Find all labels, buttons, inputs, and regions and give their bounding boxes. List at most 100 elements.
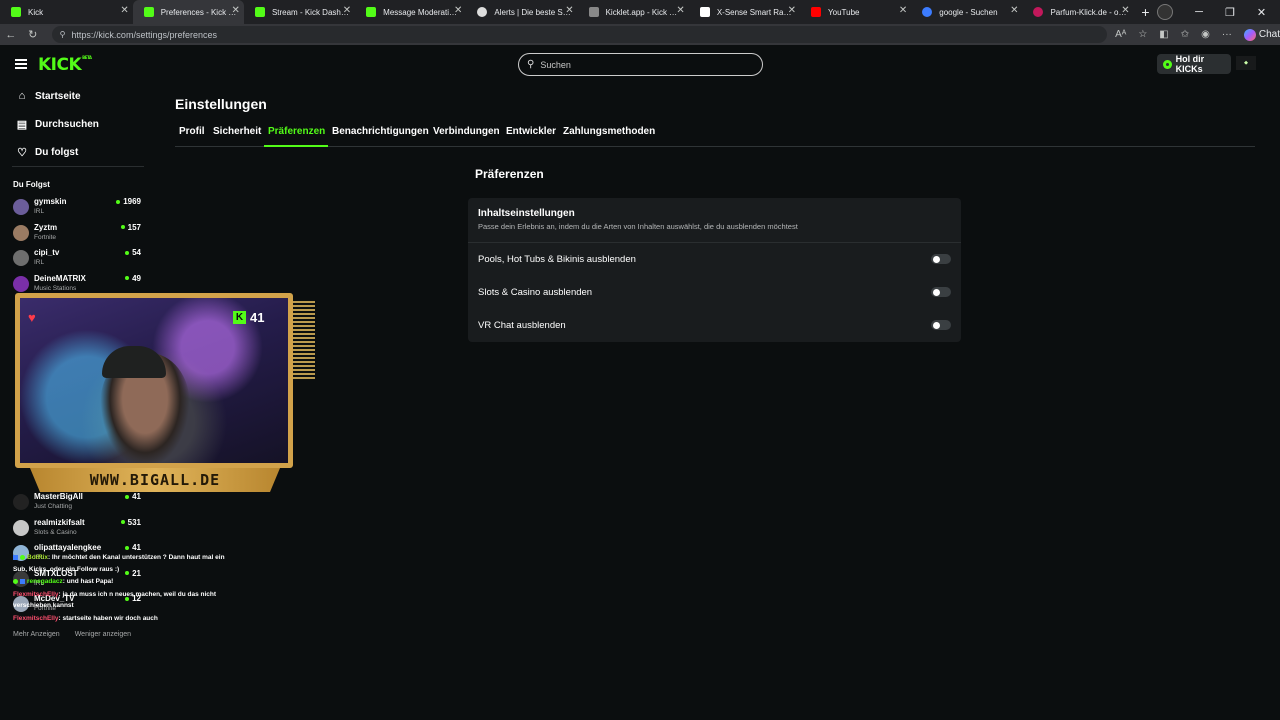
sidebar-item-following[interactable]: ♡ Du folgst [0, 138, 150, 166]
browser-tab-active[interactable]: Preferences - Kick Stream ✕ [132, 0, 244, 24]
list-item[interactable]: cipi_tv IRL 54 [0, 245, 150, 271]
browser-tab[interactable]: Stream - Kick Dashboard ✕ [244, 0, 355, 24]
show-less-link[interactable]: Weniger anzeigen [75, 631, 131, 638]
kicklet-favicon-icon [588, 7, 599, 17]
menu-icon[interactable] [15, 59, 27, 69]
list-item[interactable]: Zyztm Fortnite 157 [0, 220, 150, 246]
tab-security[interactable]: Sicherheit [213, 126, 261, 137]
viewer-count-value: 531 [127, 517, 141, 527]
toggle-row: Pools, Hot Tubs & Bikinis ausblenden [468, 243, 961, 276]
sidebar-item-home[interactable]: ⌂ Startseite [0, 82, 150, 110]
channel-name: olipattayalengkee [34, 543, 102, 553]
close-icon[interactable]: ✕ [454, 5, 462, 16]
tab-label: X-Sense Smart Rauchmel [716, 7, 794, 17]
tab-label: Parfum-Klick.de - online- [1050, 7, 1127, 17]
channel-name: cipi_tv [34, 248, 60, 258]
chat-username: BotRix [27, 554, 48, 561]
tab-label: Kicklet.app - Kick Chatbo [605, 7, 683, 17]
avatar [13, 199, 29, 215]
browser-tab[interactable]: google - Suchen ✕ [911, 0, 1022, 24]
viewer-count-value: 41 [132, 543, 141, 553]
tab-developer[interactable]: Entwickler [506, 126, 556, 137]
viewer-count: 1969 [116, 197, 141, 206]
tab-label: Preferences - Kick Stream [160, 7, 238, 17]
main-content: Einstellungen Profil Sicherheit Präferen… [150, 85, 1280, 720]
live-dot-icon [125, 545, 130, 550]
close-icon[interactable]: ✕ [899, 5, 907, 16]
tab-connections[interactable]: Verbindungen [433, 126, 500, 137]
logo-text: KICK [38, 55, 82, 75]
beta-badge: BETA [82, 55, 92, 60]
back-icon[interactable]: ← [0, 29, 22, 41]
sidebar-item-label: Durchsuchen [35, 118, 99, 130]
profile-icon[interactable] [1157, 4, 1174, 20]
collections-icon[interactable]: ✩ [1181, 29, 1189, 40]
hide-vrchat-toggle[interactable] [931, 320, 951, 330]
search-input[interactable]: ⚲ Suchen [518, 53, 763, 76]
copilot-button[interactable]: Chat [1243, 28, 1280, 41]
kick-favicon-icon [254, 7, 265, 17]
badge-icon [13, 554, 18, 560]
avatar[interactable]: ◆ [1236, 56, 1256, 70]
minimize-icon[interactable]: ─ [1195, 6, 1203, 18]
tab-preferences[interactable]: Präferenzen [268, 126, 325, 137]
viewer-count-value: 49 [132, 273, 141, 283]
channel-category: Music Stations [34, 284, 77, 292]
browser-tab[interactable]: Kicklet.app - Kick Chatbo ✕ [578, 0, 689, 24]
settings-tabs: Profil Sicherheit Präferenzen Benachrich… [175, 122, 1255, 147]
browser-tab[interactable]: Parfum-Klick.de - online- ✕ [1022, 0, 1133, 24]
avatar [13, 224, 29, 241]
following-heading: Du Folgst [13, 180, 50, 189]
toggle-knob [933, 288, 940, 296]
browser-tab[interactable]: Kick ✕ [0, 0, 133, 24]
browse-icon: ▤ [16, 118, 28, 131]
toggle-row: Slots & Casino ausblenden [468, 276, 961, 309]
following-list: gymskin IRL 1969 Zyztm Fortnite 157 cipi… [0, 194, 150, 296]
read-aloud-icon[interactable]: Aᴬ [1115, 29, 1126, 40]
channel-category: Fortnite [34, 233, 57, 241]
hide-pools-toggle[interactable] [931, 254, 951, 264]
close-icon[interactable]: ✕ [343, 5, 351, 16]
close-icon[interactable]: ✕ [788, 5, 796, 16]
list-item[interactable]: realmizkifsalt Slots & Casino 531 [0, 515, 150, 541]
new-tab-button[interactable]: + [1134, 0, 1157, 24]
reload-icon[interactable]: ↻ [22, 28, 44, 41]
close-icon[interactable]: ✕ [565, 5, 573, 16]
live-dot-icon [125, 494, 130, 499]
live-dot-icon [116, 199, 121, 204]
browser-tab[interactable]: Alerts | Die beste Softwar ✕ [466, 0, 577, 24]
close-icon[interactable]: ✕ [120, 5, 128, 16]
close-window-icon[interactable]: ✕ [1257, 6, 1266, 19]
restore-icon[interactable]: ❐ [1225, 6, 1235, 19]
favorite-star-icon[interactable]: ☆ [1138, 29, 1147, 40]
extension-logo-icon[interactable]: ◉ [1201, 29, 1210, 40]
site-header: KICKBETA ⚲ Suchen Hol dir KICKs ◆ [0, 45, 1280, 85]
url-field[interactable]: ⚲ https://kick.com/settings/preferences [51, 26, 1108, 43]
close-icon[interactable]: ✕ [232, 5, 240, 16]
hide-slots-toggle[interactable] [931, 287, 951, 297]
tab-profile[interactable]: Profil [179, 126, 205, 137]
viewer-count: 531 [120, 517, 141, 527]
extension-icon[interactable]: ◧ [1159, 29, 1168, 40]
sidebar-item-browse[interactable]: ▤ Durchsuchen [0, 110, 150, 138]
page-title: Einstellungen [175, 96, 267, 112]
search-favicon-icon [922, 7, 933, 17]
kick-logo[interactable]: KICKBETA [38, 55, 92, 75]
tab-payment-methods[interactable]: Zahlungsmethoden [563, 126, 655, 137]
browser-tab[interactable]: Message Moderation - Ki ✕ [355, 0, 466, 24]
live-dot-icon [125, 276, 130, 281]
tab-notifications[interactable]: Benachrichtigungen [332, 126, 429, 137]
live-dot-icon [120, 520, 125, 525]
browser-tab[interactable]: X-Sense Smart Rauchmel ✕ [689, 0, 800, 24]
site-info-icon[interactable]: ⚲ [60, 30, 66, 39]
show-more-link[interactable]: Mehr Anzeigen [13, 631, 60, 638]
more-menu-icon[interactable]: ··· [1222, 29, 1232, 40]
get-kicks-button[interactable]: Hol dir KICKs [1157, 54, 1231, 74]
list-item[interactable]: gymskin IRL 1969 [0, 194, 150, 220]
avatar [13, 494, 29, 510]
close-icon[interactable]: ✕ [1121, 5, 1129, 16]
browser-tab[interactable]: YouTube ✕ [800, 0, 911, 24]
close-icon[interactable]: ✕ [1010, 5, 1018, 16]
close-icon[interactable]: ✕ [676, 5, 684, 16]
chat-username: renegadacz [27, 578, 63, 585]
